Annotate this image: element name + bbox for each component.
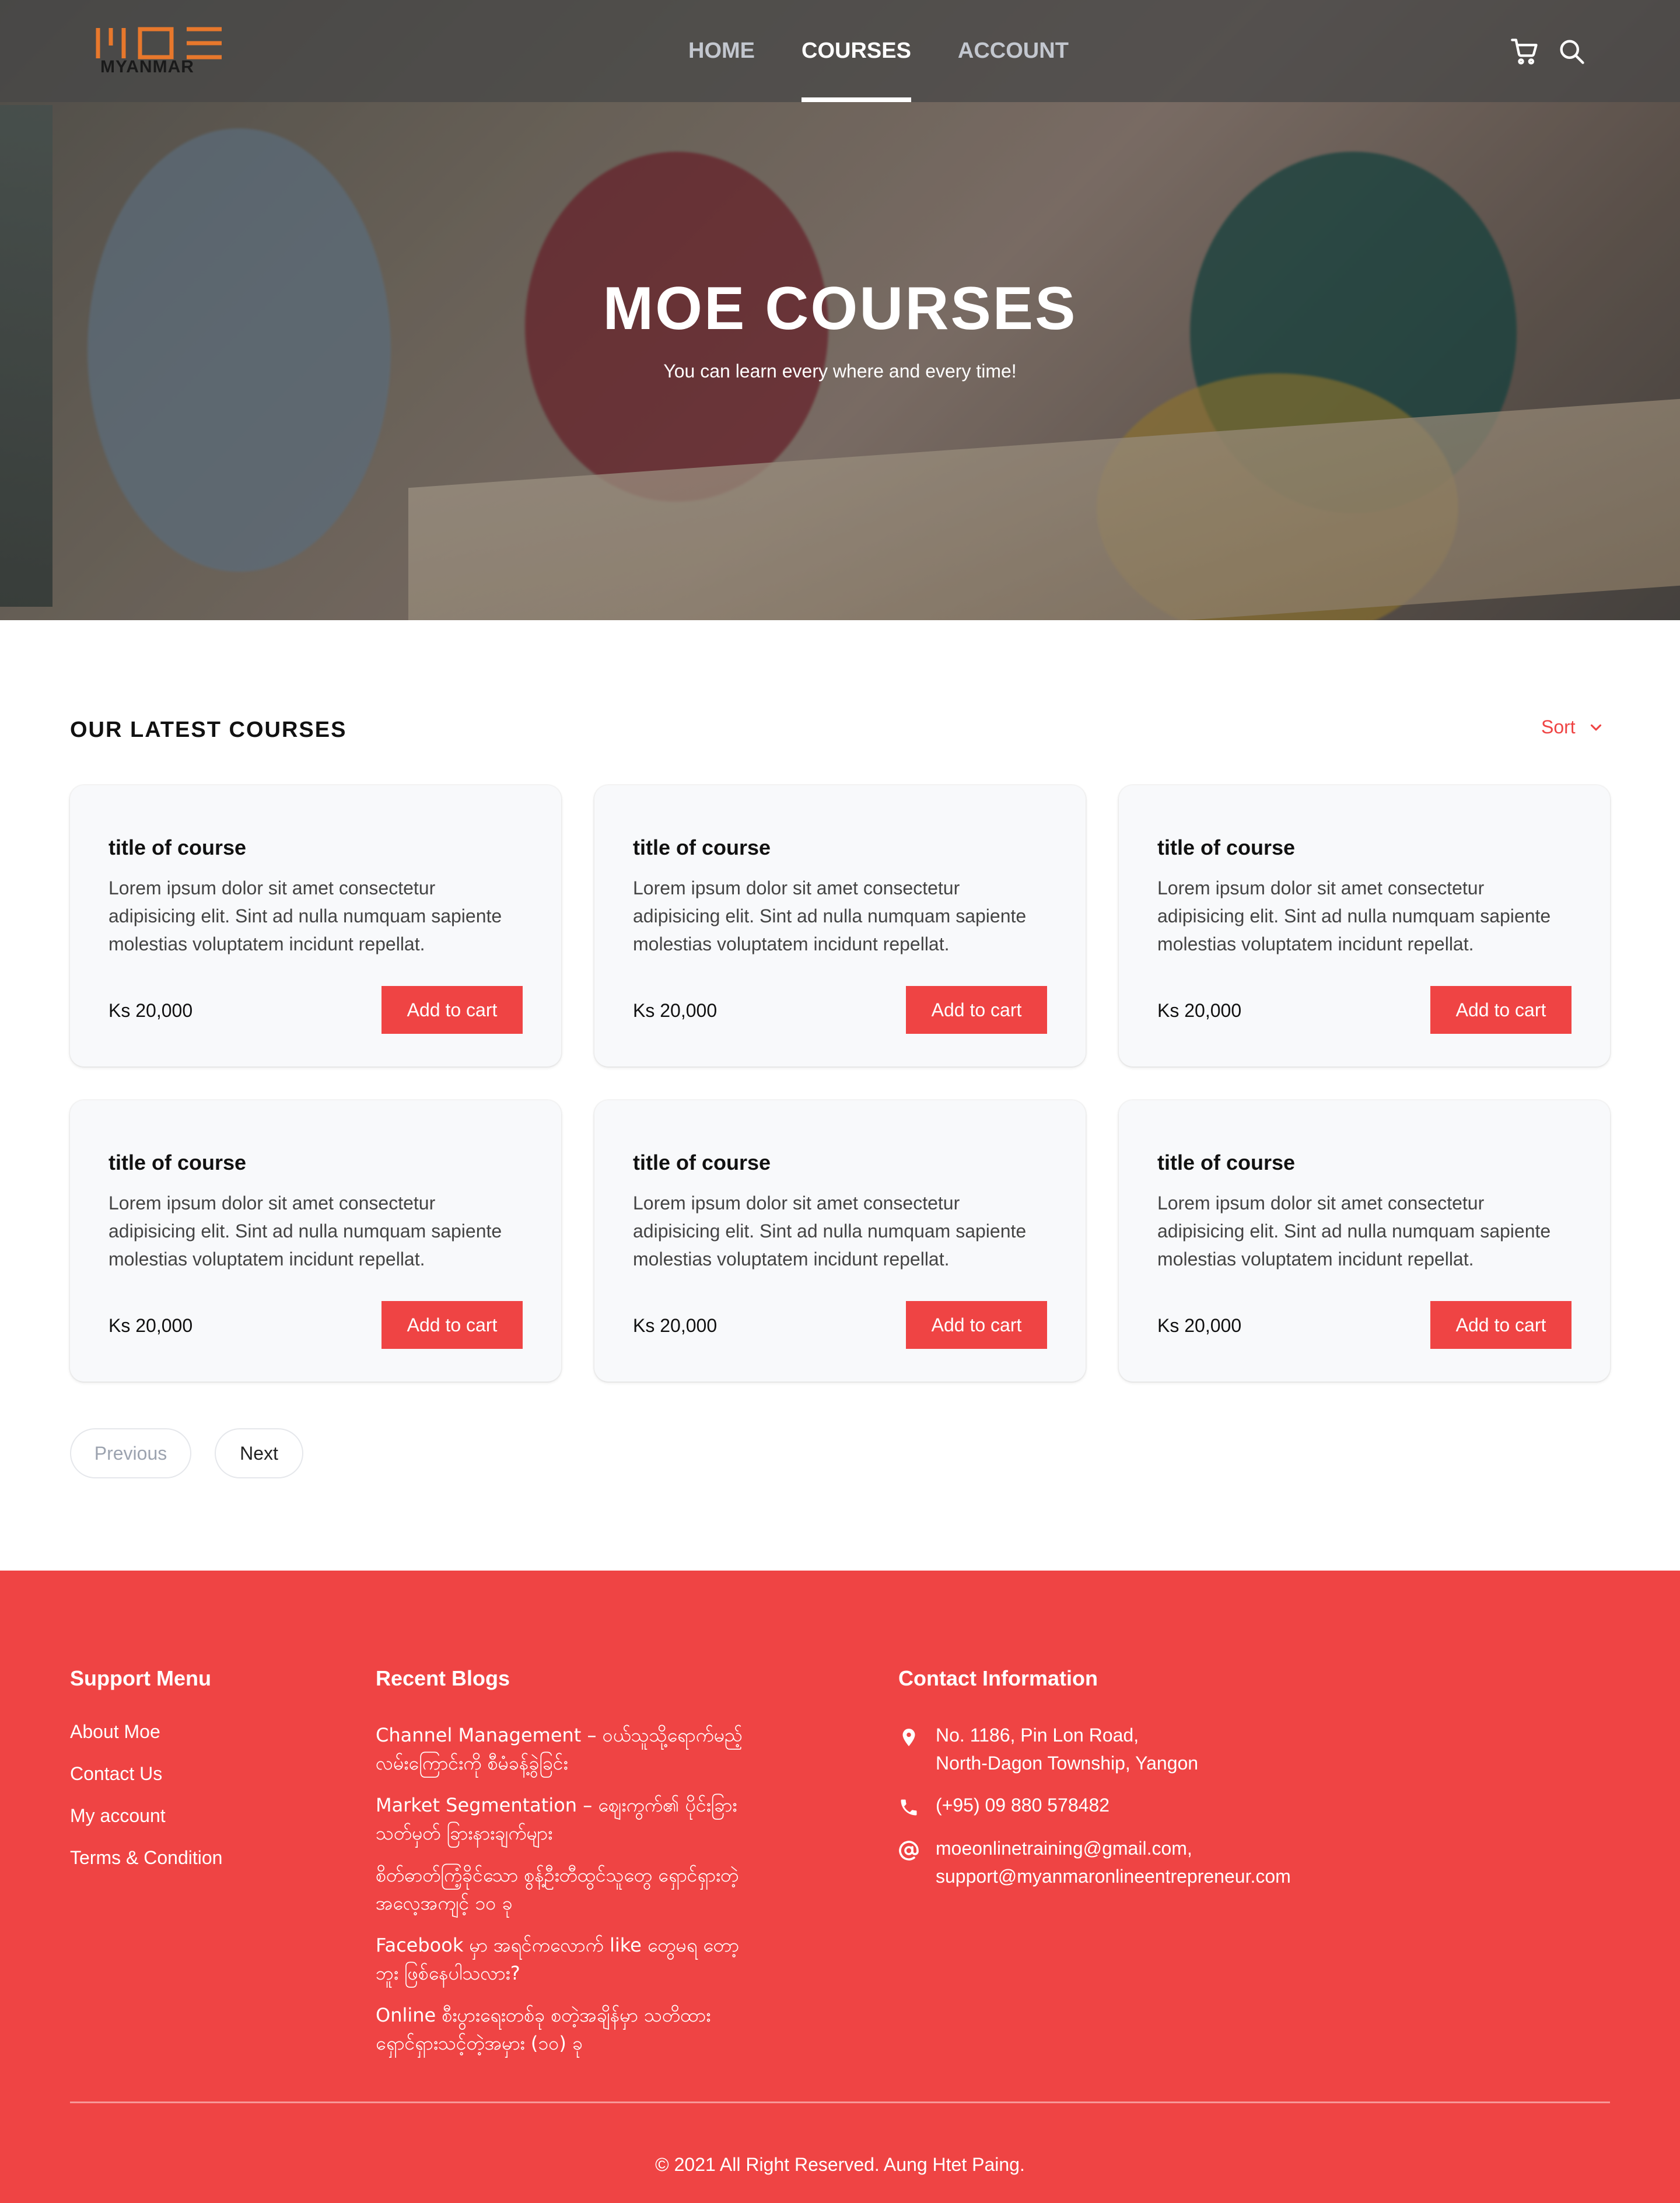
address-line-1: No. 1186, Pin Lon Road, [936,1725,1139,1746]
course-description: Lorem ipsum dolor sit amet consectetur a… [108,877,502,954]
support-menu-heading: Support Menu [70,1666,211,1690]
course-price: Ks 20,000 [1157,1315,1242,1336]
course-card: title of course Lorem ipsum dolor sit am… [1119,785,1610,1066]
copyright: © 2021 All Right Reserved. Aung Htet Pai… [655,2154,1025,2175]
course-title[interactable]: title of course [633,1151,771,1175]
blog-link[interactable]: Facebook မှာ အရင်ကလောက် like တွေမရ တော့ဘ… [376,1931,761,1987]
next-button[interactable]: Next [215,1428,303,1478]
hero-title: MOE COURSES [603,275,1077,342]
top-navbar: MYANMAR HOME COURSES ACCOUNT [0,0,1680,102]
footer-divider [70,2101,1610,2103]
search-icon[interactable] [1556,36,1587,67]
blog-link[interactable]: Channel Management – ဝယ်သူသို့ရောက်မည့် … [376,1721,761,1777]
nav-courses[interactable]: COURSES [802,0,911,102]
email-primary[interactable]: moeonlinetraining@gmail.com, [936,1834,1192,1862]
footer-link-about[interactable]: About Moe [70,1721,160,1743]
sort-dropdown[interactable]: Sort [1541,716,1605,738]
blog-link[interactable]: Online စီးပွားရေးတစ်ခု စတဲ့အချိန်မှာ သတိ… [376,2001,761,2057]
contact-heading: Contact Information [898,1666,1098,1690]
course-title[interactable]: title of course [108,1151,246,1175]
sort-label: Sort [1541,716,1576,737]
chevron-down-icon [1590,724,1601,730]
course-description: Lorem ipsum dolor sit amet consectetur a… [1157,1193,1551,1270]
recent-blogs-heading: Recent Blogs [376,1666,510,1690]
hero-subtitle: You can learn every where and every time… [663,361,1017,382]
email-support[interactable]: support@myanmaronlineentrepreneur.com [936,1862,1291,1890]
course-price: Ks 20,000 [633,1315,718,1336]
course-price: Ks 20,000 [1157,1000,1242,1021]
nav-account[interactable]: ACCOUNT [958,0,1069,102]
course-title[interactable]: title of course [1157,835,1295,860]
address-line-2: North-Dagon Township, Yangon [936,1753,1199,1774]
course-card: title of course Lorem ipsum dolor sit am… [1119,1100,1610,1382]
add-to-cart-button[interactable]: Add to cart [382,986,523,1034]
add-to-cart-button[interactable]: Add to cart [1430,986,1572,1034]
course-title[interactable]: title of course [1157,1151,1295,1175]
footer-link-account[interactable]: My account [70,1805,166,1827]
section-title: OUR LATEST COURSES [70,718,347,742]
nav-home[interactable]: HOME [688,0,755,102]
course-card: title of course Lorem ipsum dolor sit am… [594,785,1086,1066]
previous-button[interactable]: Previous [70,1428,191,1478]
footer: Support Menu About Moe Contact Us My acc… [0,1571,1680,2203]
phone-number[interactable]: (+95) 09 880 578482 [936,1791,1110,1819]
course-card: title of course Lorem ipsum dolor sit am… [70,785,561,1066]
footer-link-contact[interactable]: Contact Us [70,1763,162,1785]
course-description: Lorem ipsum dolor sit amet consectetur a… [633,1193,1027,1270]
course-description: Lorem ipsum dolor sit amet consectetur a… [108,1193,502,1270]
course-description: Lorem ipsum dolor sit amet consectetur a… [633,877,1027,954]
footer-link-terms[interactable]: Terms & Condition [70,1847,222,1869]
add-to-cart-button[interactable]: Add to cart [906,1301,1047,1349]
at-sign-icon [898,1840,919,1861]
main-nav: HOME COURSES ACCOUNT [688,0,1115,102]
blog-link[interactable]: Market Segmentation – ဈေးကွက်၏ ပိုင်းခြာ… [376,1791,761,1847]
course-description: Lorem ipsum dolor sit amet consectetur a… [1157,877,1551,954]
course-card: title of course Lorem ipsum dolor sit am… [70,1100,561,1382]
cart-icon[interactable] [1510,36,1540,67]
phone-icon [898,1797,919,1818]
course-card: title of course Lorem ipsum dolor sit am… [594,1100,1086,1382]
location-pin-icon [898,1727,919,1748]
add-to-cart-button[interactable]: Add to cart [382,1301,523,1349]
course-price: Ks 20,000 [108,1315,193,1336]
blog-link[interactable]: စိတ်ဓာတ်ကြံ့ခိုင်သော စွန့်ဦးတီထွင်သူတွေ … [376,1861,761,1917]
course-price: Ks 20,000 [108,1000,193,1021]
logo-text: MYANMAR [100,57,194,76]
course-title[interactable]: title of course [108,835,246,860]
add-to-cart-button[interactable]: Add to cart [1430,1301,1572,1349]
add-to-cart-button[interactable]: Add to cart [906,986,1047,1034]
course-price: Ks 20,000 [633,1000,718,1021]
course-title[interactable]: title of course [633,835,771,860]
